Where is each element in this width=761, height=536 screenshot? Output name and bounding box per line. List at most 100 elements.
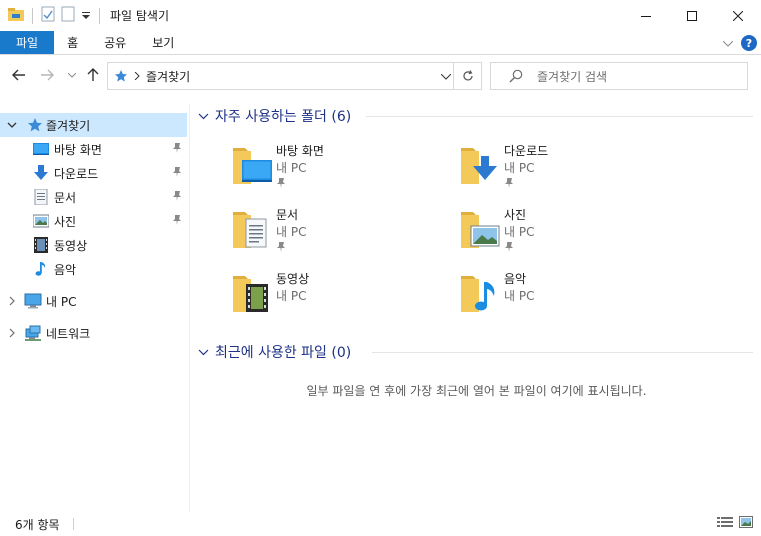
folder-location: 내 PC: [504, 161, 535, 175]
chevron-right-icon[interactable]: [7, 327, 17, 341]
pin-icon[interactable]: [172, 142, 182, 157]
folder-name: 바탕 화면: [276, 144, 324, 158]
chevron-right-icon[interactable]: [7, 295, 17, 309]
window-controls: [623, 0, 761, 31]
new-folder-icon[interactable]: [61, 6, 75, 25]
videos-folder-icon: [230, 270, 278, 318]
sidebar-item-music[interactable]: 음악: [0, 257, 187, 281]
address-bar[interactable]: 즐겨찾기: [107, 62, 482, 90]
recent-empty-message: 일부 파일을 연 후에 가장 최근에 열어 본 파일이 여기에 표시됩니다.: [306, 384, 647, 398]
chevron-down-icon[interactable]: [7, 119, 17, 133]
recent-files-header[interactable]: 최근에 사용한 파일 (0): [198, 342, 351, 362]
sidebar-item-label: 사진: [54, 215, 77, 229]
folder-tile-videos[interactable]: 동영상 내 PC: [230, 270, 450, 330]
pin-icon[interactable]: [172, 190, 182, 205]
sidebar-item-videos[interactable]: 동영상: [0, 233, 187, 257]
pin-icon[interactable]: [172, 166, 182, 181]
properties-icon[interactable]: [41, 6, 55, 25]
pin-icon: [504, 177, 514, 192]
ribbon-right-controls: ?: [722, 31, 757, 55]
folder-tile-pictures[interactable]: 사진 내 PC: [458, 206, 678, 266]
up-button[interactable]: [84, 66, 102, 84]
forward-button[interactable]: [38, 66, 56, 84]
status-divider: [73, 518, 74, 530]
chevron-down-icon[interactable]: [198, 349, 209, 356]
toolbar-divider: [32, 7, 33, 24]
tab-file[interactable]: 파일: [0, 31, 55, 54]
desktop-icon: [33, 141, 49, 157]
search-input[interactable]: 즐겨찾기 검색: [490, 62, 748, 90]
sidebar-item-label: 네트워크: [46, 327, 91, 341]
folder-tile-music[interactable]: 음악 내 PC: [458, 270, 678, 330]
ribbon-tabs: 파일 홈 공유 보기 ?: [0, 31, 761, 55]
folder-location: 내 PC: [504, 225, 535, 239]
chevron-down-icon: [440, 73, 452, 80]
star-icon: [114, 69, 128, 83]
customize-toolbar-icon[interactable]: [81, 9, 91, 23]
sidebar-item-label: 다운로드: [54, 167, 99, 181]
pictures-icon: [32, 213, 50, 229]
star-icon: [27, 117, 43, 133]
quick-access-toolbar: [0, 6, 102, 25]
search-placeholder: 즐겨찾기 검색: [537, 69, 608, 84]
sidebar-item-label: 문서: [54, 191, 77, 205]
tab-view[interactable]: 보기: [139, 31, 187, 54]
breadcrumb-quick-access[interactable]: 즐겨찾기: [146, 68, 190, 85]
sidebar-item-desktop[interactable]: 바탕 화면: [0, 137, 187, 161]
search-icon: [509, 69, 523, 86]
maximize-button[interactable]: [669, 0, 715, 31]
status-bar: 6개 항목: [0, 512, 761, 536]
folder-location: 내 PC: [276, 289, 307, 303]
video-icon: [33, 237, 49, 253]
downloads-folder-icon: [458, 142, 506, 190]
frequent-folders-header[interactable]: 자주 사용하는 폴더 (6): [198, 106, 351, 126]
chevron-down-icon[interactable]: [198, 113, 209, 120]
explorer-app-icon: [8, 7, 24, 24]
maximize-icon: [687, 10, 697, 21]
sidebar-item-network[interactable]: 네트워크: [0, 321, 187, 345]
close-button[interactable]: [715, 0, 761, 31]
pin-icon[interactable]: [172, 214, 182, 229]
folder-name: 문서: [276, 208, 299, 222]
refresh-icon: [462, 70, 473, 81]
minimize-button[interactable]: [623, 0, 669, 31]
folder-name: 동영상: [276, 272, 310, 286]
refresh-button[interactable]: [453, 63, 481, 89]
expand-ribbon-button[interactable]: [722, 36, 734, 50]
tab-home[interactable]: 홈: [54, 31, 91, 54]
address-history-button[interactable]: [440, 69, 452, 83]
music-folder-icon: [458, 270, 506, 318]
folder-tile-downloads[interactable]: 다운로드 내 PC: [458, 142, 678, 202]
tab-share[interactable]: 공유: [91, 31, 139, 54]
sidebar-item-downloads[interactable]: 다운로드: [0, 161, 187, 185]
sidebar-item-pictures[interactable]: 사진: [0, 209, 187, 233]
item-count: 6개 항목: [15, 518, 60, 532]
folder-tile-documents[interactable]: 문서 내 PC: [230, 206, 450, 266]
arrow-right-icon: [41, 69, 54, 81]
sidebar-item-this-pc[interactable]: 내 PC: [0, 289, 187, 313]
toolbar-divider: [99, 7, 100, 24]
large-icons-view-icon[interactable]: [739, 516, 753, 531]
sidebar-item-quick-access[interactable]: 즐겨찾기: [0, 113, 187, 137]
back-button[interactable]: [10, 66, 28, 84]
group-title: 최근에 사용한 파일 (0): [215, 345, 352, 361]
close-icon: [733, 10, 743, 21]
details-view-icon[interactable]: [717, 516, 733, 531]
help-icon[interactable]: ?: [741, 35, 757, 51]
sidebar-item-documents[interactable]: 문서: [0, 185, 187, 209]
document-icon: [33, 188, 49, 206]
breadcrumb-chevron-icon: [134, 72, 140, 80]
group-title: 자주 사용하는 폴더 (6): [215, 109, 352, 125]
content-pane: 자주 사용하는 폴더 (6) 바탕 화면 내 PC 다운로드 내 PC 문서 내…: [192, 104, 761, 512]
computer-icon: [24, 293, 42, 309]
folder-name: 사진: [504, 208, 527, 222]
arrow-left-icon: [12, 69, 25, 81]
folder-tile-desktop[interactable]: 바탕 화면 내 PC: [230, 142, 450, 202]
view-switcher: [717, 516, 753, 531]
pin-icon: [276, 241, 286, 256]
documents-folder-icon: [230, 206, 278, 254]
recent-locations-button[interactable]: [63, 66, 81, 84]
download-icon: [33, 165, 49, 181]
folder-name: 다운로드: [504, 144, 549, 158]
group-divider: [366, 116, 753, 117]
